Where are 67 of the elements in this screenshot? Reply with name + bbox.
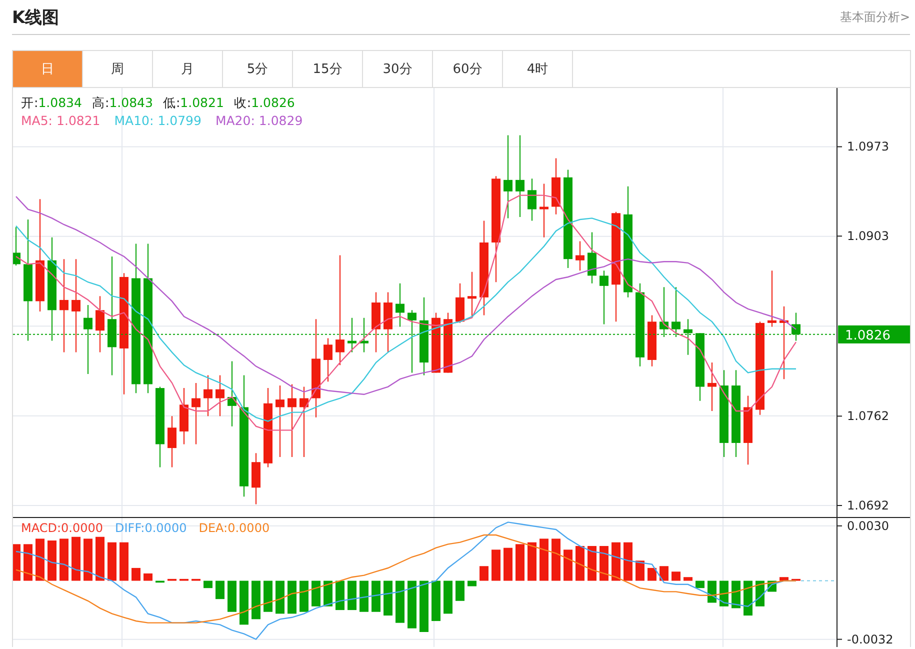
- candlestick: [768, 270, 776, 328]
- axis-label: 1.0692: [847, 498, 889, 512]
- candlestick: [528, 178, 536, 222]
- legend-label: MACD:: [21, 521, 62, 535]
- candlestick: [96, 296, 104, 353]
- candlestick: [216, 374, 224, 417]
- axis-label: -0.0032: [847, 632, 894, 646]
- candlestick: [588, 232, 596, 284]
- candlestick: [84, 304, 92, 374]
- candlestick: [13, 226, 20, 266]
- candlestick: [552, 158, 560, 215]
- candlestick: [600, 270, 608, 325]
- candlestick: [204, 374, 212, 417]
- axis-label: 1.0973: [847, 140, 889, 154]
- axis-label: 0.0030: [847, 518, 889, 533]
- candlestick: [432, 312, 440, 374]
- candlestick: [708, 362, 716, 412]
- quote-label: 开:: [21, 94, 38, 112]
- fundamental-analysis-link[interactable]: 基本面分析>: [840, 8, 910, 26]
- axis-label: 1.0762: [847, 409, 889, 424]
- candlestick: [228, 360, 236, 427]
- quote-label: 低:: [162, 94, 180, 112]
- candlestick: [468, 271, 476, 318]
- candlestick: [300, 386, 308, 458]
- candlestick: [384, 292, 392, 353]
- page-title: K线图: [12, 6, 60, 28]
- candlestick: [192, 382, 200, 445]
- candlestick: [684, 318, 692, 356]
- candlestick: [324, 338, 332, 382]
- quote-value: 1.0821: [180, 94, 224, 112]
- candlestick: [180, 388, 188, 445]
- candlestick: [696, 332, 704, 402]
- candlestick: [348, 317, 356, 353]
- legend-label: MA20:: [215, 112, 255, 130]
- legend-label: DEA:: [198, 521, 228, 535]
- price-label: 1.0826: [838, 325, 910, 344]
- legend-label: DIFF:: [115, 521, 145, 535]
- quote-value: 1.0843: [109, 94, 153, 112]
- quote-value: 1.0834: [38, 94, 82, 112]
- candlestick: [396, 282, 404, 328]
- candlestick: [540, 183, 548, 238]
- candlestick: [252, 452, 260, 505]
- candlestick: [408, 310, 416, 374]
- legend-value: 1.0829: [258, 112, 303, 130]
- quote-label: 收:: [234, 94, 252, 112]
- legend-label: MA5:: [21, 112, 53, 130]
- legend-value: 0.0000: [144, 521, 187, 535]
- candlestick: [744, 395, 752, 466]
- candlestick: [444, 312, 452, 374]
- candlestick: [168, 416, 176, 468]
- candlestick: [672, 286, 680, 338]
- candlestick: [576, 240, 584, 272]
- candlestick: [660, 286, 668, 338]
- candlestick: [648, 314, 656, 367]
- candlestick: [456, 282, 464, 324]
- legend-value: 1.0799: [158, 112, 202, 130]
- legend-value: 1.0821: [56, 112, 100, 130]
- legend-value: 0.0000: [228, 521, 270, 535]
- legend-label: MA10:: [114, 112, 154, 130]
- ref-line-label: 1.0826: [845, 328, 890, 344]
- axis-label: 1.0903: [847, 229, 889, 244]
- candlestick: [792, 312, 800, 342]
- legend-value: 0.0000: [61, 521, 104, 535]
- quote-value: 1.0826: [251, 94, 295, 112]
- quote-label: 高:: [92, 94, 110, 112]
- candlestick: [360, 317, 368, 353]
- candlestick: [372, 292, 380, 353]
